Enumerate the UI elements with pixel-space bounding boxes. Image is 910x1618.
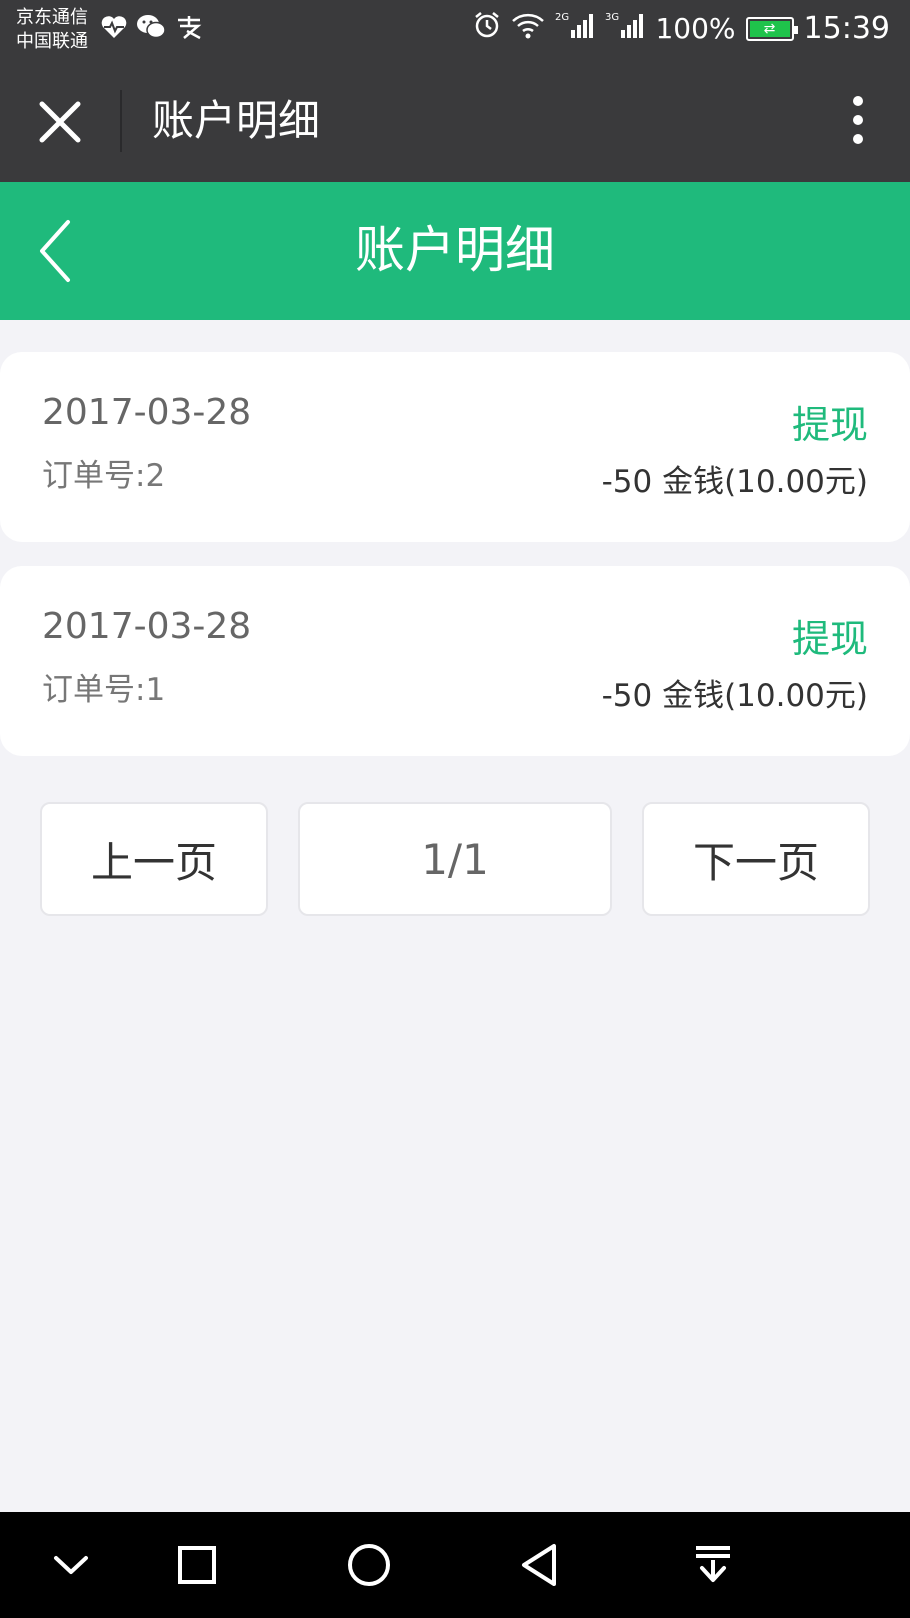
signal-2g-icon: 2G (555, 10, 595, 47)
record-type: 提现 (791, 403, 868, 447)
record-amount: -50 金钱(10.00元) (601, 678, 868, 714)
record-date: 2017-03-28 (42, 606, 252, 647)
record-date: 2017-03-28 (42, 392, 252, 433)
battery-icon: ⇄ (745, 16, 798, 41)
record-order-number: 订单号:2 (42, 458, 166, 494)
battery-percent: 100% (655, 12, 736, 45)
carrier-info: 京东通信 中国联通 (16, 6, 88, 54)
record-item[interactable]: 2017-03-28 订单号:2 提现 -50 金钱(10.00元) (0, 352, 910, 542)
prev-page-button[interactable]: 上一页 (40, 802, 268, 916)
close-icon[interactable] (36, 98, 84, 146)
triangle-back-icon[interactable] (516, 1540, 566, 1590)
wechat-title: 账户明细 (152, 96, 321, 145)
page-header: 账户明细 (0, 182, 910, 320)
circle-icon[interactable] (344, 1540, 394, 1590)
alipay-icon (174, 14, 204, 48)
wechat-icon (136, 14, 166, 48)
system-nav-bar (0, 1512, 910, 1618)
download-icon[interactable] (688, 1540, 738, 1590)
next-page-button[interactable]: 下一页 (642, 802, 870, 916)
alarm-icon (473, 11, 501, 46)
system-status: 2G 3G 100% ⇄ 15:39 (473, 10, 890, 47)
record-amount: -50 金钱(10.00元) (601, 464, 868, 500)
wechat-title-bar: 账户明细 (0, 60, 910, 182)
record-item[interactable]: 2017-03-28 订单号:1 提现 -50 金钱(10.00元) (0, 566, 910, 756)
record-type: 提现 (791, 617, 868, 661)
network-2-label: 3G (605, 12, 619, 23)
page-indicator: 1/1 (298, 802, 612, 916)
carrier-2: 中国联通 (16, 31, 88, 52)
page-title: 账户明细 (355, 221, 555, 279)
chevron-down-icon[interactable] (46, 1540, 96, 1590)
more-options-icon[interactable] (850, 96, 866, 146)
heart-pulse-icon (100, 14, 128, 48)
square-icon[interactable] (172, 1540, 222, 1590)
clock: 15:39 (803, 11, 890, 46)
wifi-icon (511, 11, 545, 46)
signal-3g-icon: 3G (605, 10, 645, 47)
record-order-number: 订单号:1 (42, 672, 166, 708)
network-1-label: 2G (555, 12, 569, 23)
divider (120, 90, 122, 152)
notification-icons (100, 14, 204, 48)
carrier-1: 京东通信 (16, 7, 88, 28)
status-bar: 京东通信 中国联通 2G 3G 100% ⇄ 15:39 (0, 0, 910, 60)
